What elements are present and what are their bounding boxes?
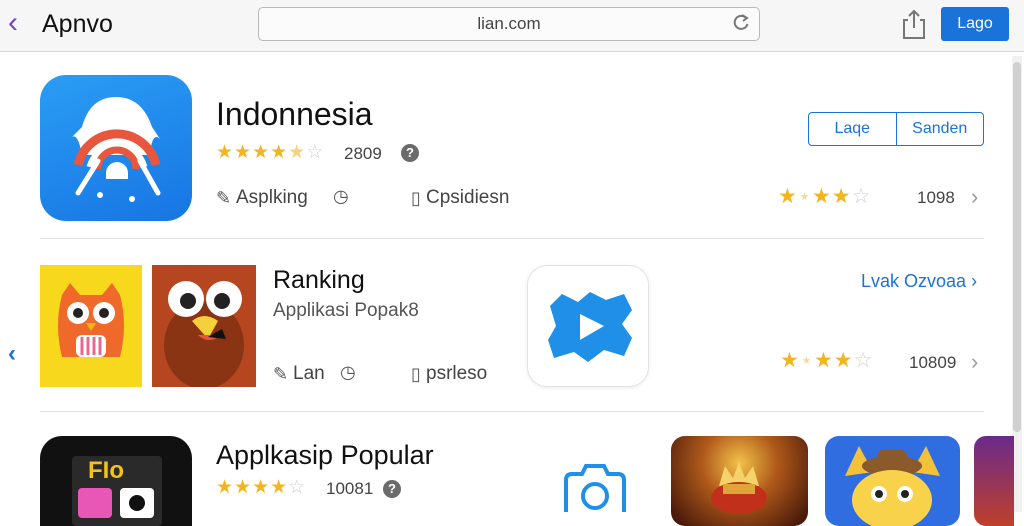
section3-rating-count: 10081 [326,479,374,498]
login-button[interactable]: Lago [941,7,1009,41]
section2-title: Ranking [273,266,365,294]
section2-link-text[interactable]: Lvak Ozvoaa [861,271,966,291]
scrollbar-thumb[interactable] [1013,62,1021,432]
segment-left[interactable]: Laqe [809,113,896,145]
section1-meta-1: Asplking [236,187,308,208]
browser-toolbar: ‹ Apnvo lian.com Lago [0,0,1024,52]
section1-rating-stars: ★★★★★☆ [216,142,325,163]
chevron-right-icon[interactable]: › [971,271,977,291]
section3-rating-stars: ★★★★☆ [216,477,307,498]
section3-title: Applkasip Popular [216,440,434,470]
divider [40,238,984,239]
share-icon[interactable] [900,8,928,40]
section1-rating-count: 2809 [344,144,382,163]
info-icon[interactable]: ? [383,480,401,498]
camera-icon[interactable] [560,462,630,512]
section2-subtitle: Applikasi Popak8 [273,300,419,321]
section2-row-stars: ★⋆★★☆ [780,349,874,372]
section1-row-count: 1098 [917,188,955,207]
divider [40,411,984,412]
section2-meta-2: psrleso [426,363,488,384]
dark-tile-logo-text: FIo [88,457,124,484]
section2-link[interactable]: Lvak Ozvoaa › [861,271,977,292]
section2-row-count: 10809 [909,353,957,372]
chevron-right-icon[interactable]: › [971,349,978,375]
segmented-control[interactable]: Laqe Sanden [808,112,984,146]
dark-app-tile[interactable]: FIo [40,436,192,526]
king-game-tile[interactable] [671,436,808,526]
reload-icon[interactable] [731,12,751,34]
fox-game-tile[interactable] [825,436,960,526]
partial-app-tile[interactable] [974,436,1014,526]
timer-icon: ◷ [340,362,356,382]
app-title: Apnvo [42,10,113,38]
chevron-right-icon[interactable]: › [971,184,978,210]
nav-left-icon[interactable]: ‹ [8,340,16,368]
url-bar[interactable]: lian.com [258,7,760,41]
info-icon[interactable]: ? [401,144,419,162]
section1-title: Indonnesia [216,96,373,132]
back-icon[interactable]: ‹ [8,6,18,40]
section2-meta-1: Lan [293,363,325,384]
pencil-icon: ✎ [216,188,232,208]
section1-row-stars: ★⋆★★☆ [778,185,872,208]
timer-icon: ◷ [333,186,349,206]
document-icon: ▯ [411,364,421,384]
owl-app-tile[interactable] [40,265,142,387]
url-text: lian.com [477,14,541,33]
bird-app-tile[interactable] [152,265,256,387]
segment-right[interactable]: Sanden [895,113,984,145]
puzzle-app-tile[interactable] [527,265,649,387]
section1-meta-2: Cpsidiesn [426,187,510,208]
indonesia-app-icon[interactable] [40,75,192,221]
pencil-icon: ✎ [273,364,289,384]
document-icon: ▯ [411,188,421,208]
